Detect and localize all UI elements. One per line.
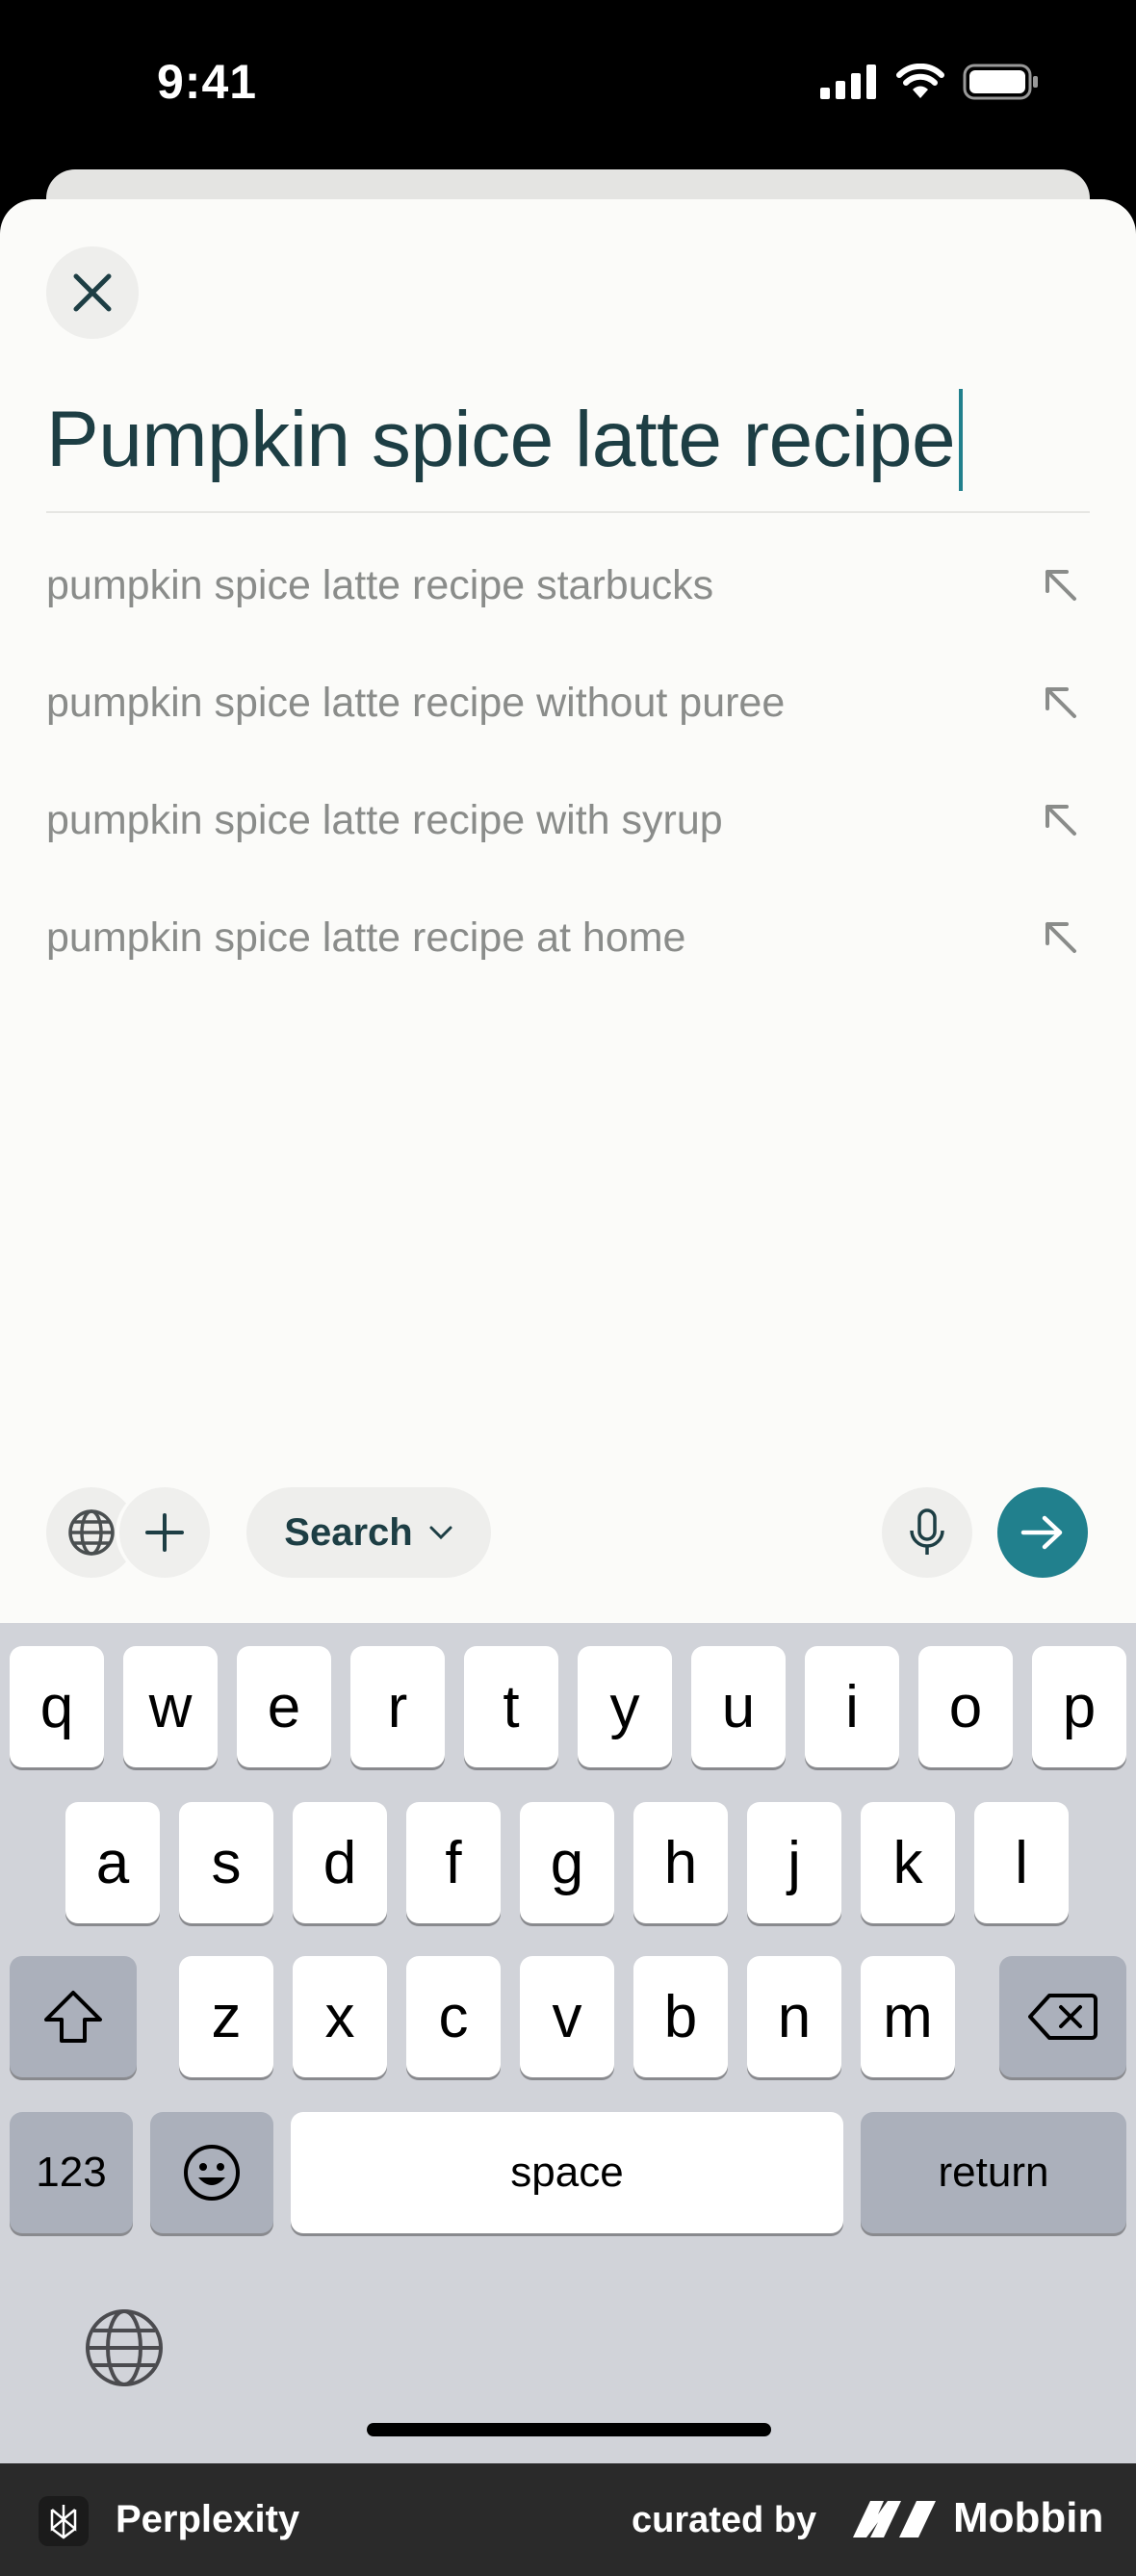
submit-button[interactable]: [997, 1487, 1088, 1578]
suggestion-item[interactable]: pumpkin spice latte recipe with syrup: [46, 761, 1090, 879]
status-time: 9:41: [157, 55, 258, 109]
footer-curated-label: curated by: [632, 2500, 817, 2540]
key-h[interactable]: h: [633, 1802, 728, 1923]
suggestion-item[interactable]: pumpkin spice latte recipe at home: [46, 879, 1090, 996]
key-c[interactable]: c: [406, 1956, 501, 2077]
key-j[interactable]: j: [747, 1802, 841, 1923]
delete-key[interactable]: [999, 1956, 1126, 2077]
emoji-key[interactable]: [150, 2112, 273, 2233]
key-a[interactable]: a: [65, 1802, 160, 1923]
home-indicator: [367, 2423, 771, 2436]
key-b[interactable]: b: [633, 1956, 728, 2077]
arrow-right-icon: [1020, 1515, 1063, 1550]
microphone-icon: [910, 1508, 944, 1555]
shift-key[interactable]: [10, 1956, 137, 2077]
footer-app-name: Perplexity: [116, 2498, 300, 2540]
key-y[interactable]: y: [578, 1646, 672, 1767]
emoji-icon: [184, 2145, 240, 2201]
key-e[interactable]: e: [237, 1646, 331, 1767]
close-button[interactable]: [46, 246, 139, 339]
suggestion-text: pumpkin spice latte recipe with syrup: [46, 796, 723, 843]
composer-toolbar: Search: [0, 1480, 1136, 1585]
wifi-icon: [896, 64, 944, 98]
fill-query-arrow-icon[interactable]: [1032, 909, 1090, 966]
suggestion-item[interactable]: pumpkin spice latte recipe without puree: [46, 644, 1090, 761]
key-m[interactable]: m: [861, 1956, 955, 2077]
key-g[interactable]: g: [520, 1802, 614, 1923]
key-t[interactable]: t: [464, 1646, 558, 1767]
search-query-text: Pumpkin spice latte recipe: [46, 396, 956, 483]
backspace-icon: [1028, 1994, 1097, 2040]
key-i[interactable]: i: [805, 1646, 899, 1767]
keyboard-language-button[interactable]: [81, 2305, 168, 2391]
cellular-signal-icon: [820, 64, 876, 99]
key-k[interactable]: k: [861, 1802, 955, 1923]
footer-brand: Mobbin: [851, 2494, 1103, 2542]
text-caret: [959, 389, 964, 491]
return-key[interactable]: return: [861, 2112, 1126, 2233]
add-attachment-button[interactable]: [119, 1487, 210, 1578]
key-o[interactable]: o: [918, 1646, 1013, 1767]
suggestion-text: pumpkin spice latte recipe starbucks: [46, 561, 714, 608]
mobbin-logo-icon: [853, 2501, 936, 2537]
key-d[interactable]: d: [293, 1802, 387, 1923]
suggestion-text: pumpkin spice latte recipe at home: [46, 914, 686, 961]
footer-bar: Perplexity curated by Mobbin: [0, 2463, 1136, 2576]
key-z[interactable]: z: [179, 1956, 273, 2077]
key-u[interactable]: u: [691, 1646, 786, 1767]
search-input[interactable]: Pumpkin spice latte recipe: [46, 382, 964, 498]
search-sheet: Pumpkin spice latte recipe pumpkin spice…: [0, 199, 1136, 1624]
globe-icon: [86, 2309, 163, 2386]
perplexity-logo-icon: [39, 2496, 89, 2546]
close-icon: [73, 273, 112, 312]
battery-icon: [963, 64, 1038, 100]
chevron-down-icon: [429, 1526, 452, 1540]
fill-query-arrow-icon[interactable]: [1032, 556, 1090, 614]
key-x[interactable]: x: [293, 1956, 387, 2077]
key-w[interactable]: w: [123, 1646, 218, 1767]
key-f[interactable]: f: [406, 1802, 501, 1923]
status-bar: 9:41: [0, 0, 1136, 173]
search-mode-selector[interactable]: Search: [246, 1487, 491, 1578]
onscreen-keyboard: q w e r t y u i o p a s d f g h j k l z x c v b n m 123 space return: [0, 1623, 1136, 2463]
status-icons: [820, 64, 1040, 100]
key-n[interactable]: n: [747, 1956, 841, 2077]
key-r[interactable]: r: [350, 1646, 445, 1767]
key-l[interactable]: l: [974, 1802, 1069, 1923]
fill-query-arrow-icon[interactable]: [1032, 791, 1090, 849]
numbers-key[interactable]: 123: [10, 2112, 133, 2233]
shift-icon: [44, 1991, 102, 2043]
search-mode-label: Search: [284, 1510, 413, 1554]
key-p[interactable]: p: [1032, 1646, 1126, 1767]
suggestion-list: pumpkin spice latte recipe starbucks pum…: [46, 527, 1090, 996]
suggestion-text: pumpkin spice latte recipe without puree: [46, 679, 786, 726]
fill-query-arrow-icon[interactable]: [1032, 674, 1090, 732]
voice-input-button[interactable]: [882, 1487, 972, 1578]
plus-icon: [145, 1513, 184, 1552]
footer-brand-name: Mobbin: [953, 2494, 1104, 2541]
key-q[interactable]: q: [10, 1646, 104, 1767]
suggestion-item[interactable]: pumpkin spice latte recipe starbucks: [46, 527, 1090, 644]
input-divider: [46, 511, 1090, 513]
space-key[interactable]: space: [291, 2112, 843, 2233]
globe-icon: [68, 1509, 115, 1556]
key-v[interactable]: v: [520, 1956, 614, 2077]
key-s[interactable]: s: [179, 1802, 273, 1923]
